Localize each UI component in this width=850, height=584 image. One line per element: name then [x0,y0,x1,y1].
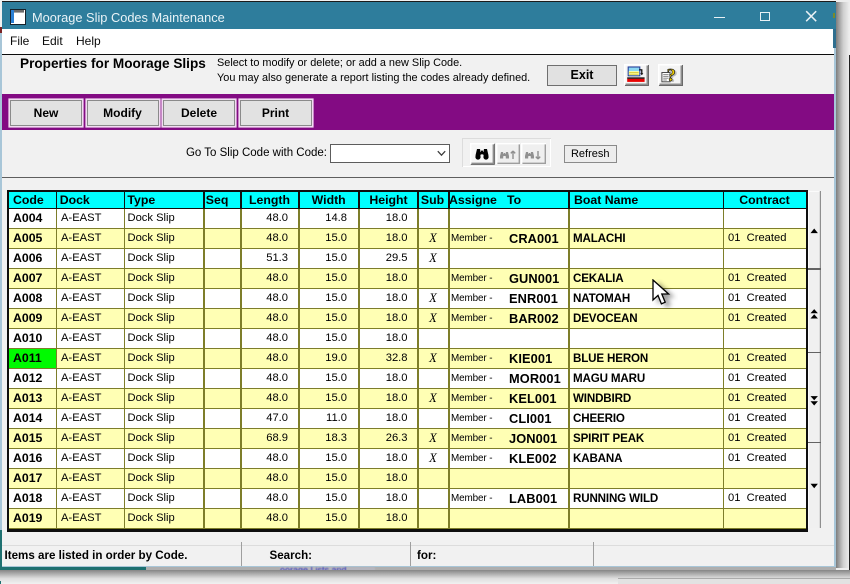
svg-text:?: ? [667,65,676,85]
